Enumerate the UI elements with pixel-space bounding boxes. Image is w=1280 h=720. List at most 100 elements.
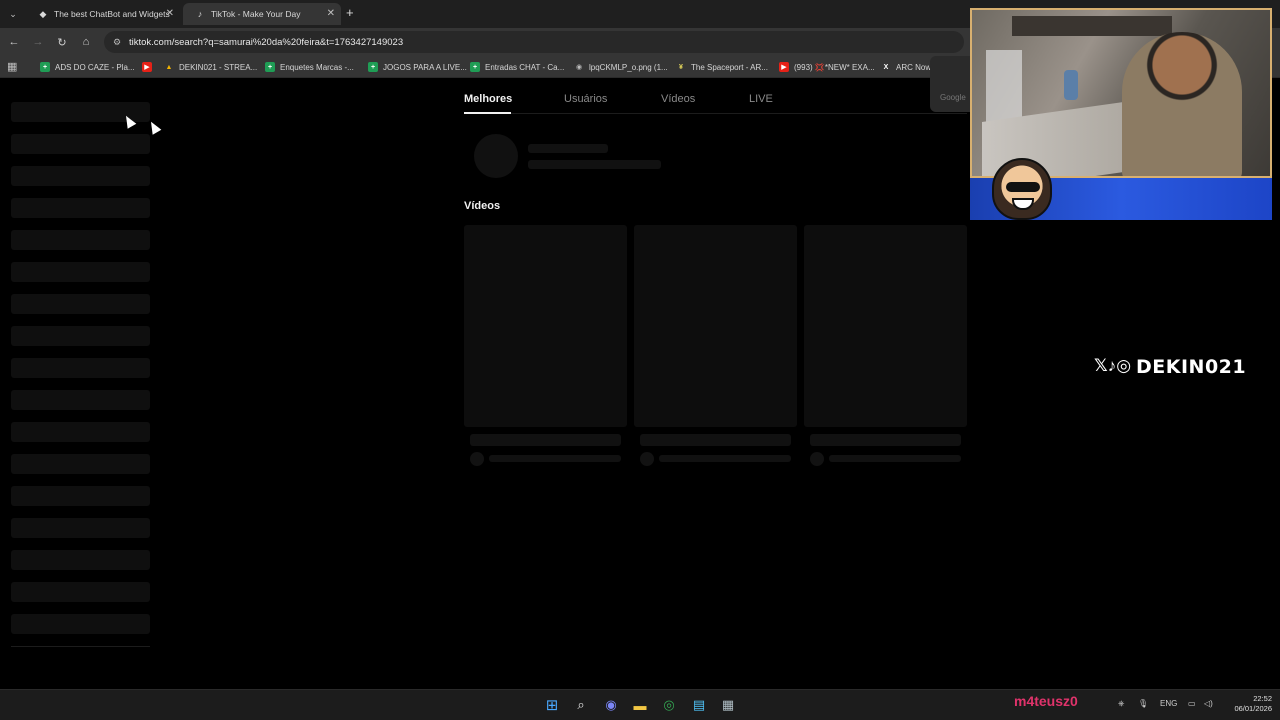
video-card-skeleton[interactable]	[464, 225, 627, 427]
streamer-handle: DEKIN021	[1136, 356, 1247, 378]
language-indicator[interactable]: ENG	[1160, 699, 1177, 708]
tab-title: TikTok - Make Your Day	[211, 9, 301, 19]
sheets-icon: +	[470, 62, 480, 72]
sidebar-skeleton-item	[11, 326, 150, 346]
avatar-mouth	[1012, 198, 1034, 210]
sidebar-skeleton-item	[11, 358, 150, 378]
bookmark-item[interactable]: ¥ The Spaceport - AR...	[676, 60, 768, 74]
microphone-icon[interactable]: 🎙	[1138, 699, 1148, 708]
video-caption-skeleton	[470, 434, 621, 446]
video-card-skeleton[interactable]	[804, 225, 967, 427]
home-icon[interactable]: ⌂	[78, 34, 94, 50]
video-card-skeleton[interactable]	[634, 225, 797, 427]
bookmark-item[interactable]: + ADS DO CAZE - Pla...	[40, 60, 135, 74]
author-name-skeleton	[659, 455, 791, 462]
sheets-icon: +	[368, 62, 378, 72]
bookmark-item[interactable]: ▲ DEKIN021 - STREA...	[164, 60, 258, 74]
close-tab-icon[interactable]: ✕	[327, 8, 335, 19]
site-info-icon[interactable]: ⚙	[110, 35, 124, 49]
sidebar-skeleton-item	[11, 486, 150, 506]
close-tab-icon[interactable]: ✕	[166, 8, 174, 19]
sidebar-skeleton-item	[11, 518, 150, 538]
sidebar-skeleton-item	[11, 294, 150, 314]
background-shelf	[1012, 16, 1172, 36]
bookmark-item[interactable]: + JOGOS PARA A LIVE...	[368, 60, 467, 74]
tab-live[interactable]: LIVE	[749, 93, 773, 105]
windows-start-icon[interactable]: ⊞	[543, 696, 561, 714]
sidebar-skeleton-item	[11, 422, 150, 442]
sheets-icon: +	[265, 62, 275, 72]
sidebar-skeleton-item	[11, 390, 150, 410]
google-popup-label: Google	[940, 93, 966, 102]
notepad-icon[interactable]: ▤	[690, 696, 708, 714]
section-title-videos: Vídeos	[464, 200, 501, 212]
tab-usuarios[interactable]: Usuários	[564, 93, 607, 105]
author-name-skeleton	[489, 455, 621, 462]
overlay-username: m4teusz0	[1014, 693, 1078, 709]
url-text: tiktok.com/search?q=samurai%20da%20feira…	[129, 36, 404, 48]
author-avatar-skeleton	[640, 452, 654, 466]
calculator-icon[interactable]: ▦	[719, 696, 737, 714]
search-icon[interactable]: ⌕	[572, 696, 590, 714]
sidebar-skeleton-item	[11, 550, 150, 570]
video-caption-skeleton	[810, 434, 961, 446]
address-bar[interactable]: ⚙ tiktok.com/search?q=samurai%20da%20fei…	[104, 31, 964, 53]
forward-arrow-icon[interactable]: →	[30, 34, 46, 50]
webcam-video	[970, 8, 1272, 178]
sidebar-skeleton-item	[11, 166, 150, 186]
user-avatar-skeleton	[474, 134, 518, 178]
background-bottle	[1064, 70, 1078, 100]
bookmark-item[interactable]: X ARC Now	[881, 60, 931, 74]
back-arrow-icon[interactable]: ←	[6, 34, 22, 50]
chrome-icon[interactable]: ◎	[660, 696, 678, 714]
sidebar-skeleton-item	[11, 198, 150, 218]
windows-taskbar: ⊞ ⌕ ◉ ▬ ◎ ▤ ▦ m4teusz0 ⎈ 🎙 ENG ▭ ◁) 22:5…	[0, 689, 1280, 720]
social-icons: 𝕏♪◎	[1094, 356, 1132, 375]
tab-melhores[interactable]: Melhores	[464, 93, 512, 105]
avatar-glasses	[1006, 182, 1040, 192]
drive-icon: ▲	[165, 63, 173, 71]
bookmark-item[interactable]: + Entradas CHAT - Ca...	[470, 60, 564, 74]
apps-grid-icon[interactable]: ▦	[7, 60, 17, 73]
tab-videos[interactable]: Vídeos	[661, 93, 695, 105]
streamelements-icon: ◆	[39, 8, 47, 19]
video-caption-skeleton	[640, 434, 791, 446]
new-tab-icon[interactable]: +	[346, 5, 354, 20]
user-name-skeleton	[528, 144, 608, 153]
file-explorer-icon[interactable]: ▬	[631, 696, 649, 714]
author-avatar-skeleton	[470, 452, 484, 466]
sidebar-skeleton-item	[11, 582, 150, 602]
google-popup	[930, 56, 970, 112]
tab-search-chevron-icon[interactable]: ⌄	[4, 5, 22, 23]
bookmark-item[interactable]: ▶ (993) 💢*NEW* EXA...	[779, 60, 875, 74]
x-icon: X	[883, 63, 889, 71]
spaceport-icon: ¥	[679, 63, 683, 71]
bookmark-item[interactable]: ▶	[142, 60, 157, 74]
streamer	[1122, 32, 1242, 176]
author-name-skeleton	[829, 455, 961, 462]
webcam-overlay: 𝕏♪◎ DEKIN021	[970, 8, 1272, 378]
sidebar-skeleton-item	[11, 614, 150, 634]
volume-icon[interactable]: ◁)	[1204, 699, 1213, 708]
bookmark-item[interactable]: + Enquetes Marcas -...	[265, 60, 354, 74]
clock[interactable]: 22:52 06/01/2026	[1222, 694, 1272, 714]
tab-chatbot[interactable]: ◆ The best ChatBot and Widgets ✕	[26, 3, 180, 25]
discord-icon[interactable]: ◉	[602, 696, 620, 714]
youtube-icon: ▶	[142, 62, 152, 72]
sidebar-skeleton-item	[11, 262, 150, 282]
display-icon[interactable]: ▭	[1188, 699, 1196, 708]
search-tabs: Melhores Usuários Vídeos LIVE	[464, 78, 967, 114]
bookmark-item[interactable]: ◉ lpqCKMLP_o.png (1...	[574, 60, 668, 74]
reload-icon[interactable]: ↻	[54, 34, 70, 50]
user-desc-skeleton	[528, 160, 661, 169]
sidebar-skeleton-item	[11, 230, 150, 250]
sidebar-skeleton-item	[11, 454, 150, 474]
clock-time: 22:52	[1253, 694, 1272, 703]
network-icon[interactable]: ⎈	[1118, 699, 1124, 709]
cartoon-avatar	[992, 158, 1052, 220]
active-tab-underline	[464, 112, 511, 114]
author-avatar-skeleton	[810, 452, 824, 466]
sidebar-divider	[11, 646, 150, 647]
tab-tiktok[interactable]: ♪ TikTok - Make Your Day ✕	[183, 3, 341, 25]
sheets-icon: +	[40, 62, 50, 72]
